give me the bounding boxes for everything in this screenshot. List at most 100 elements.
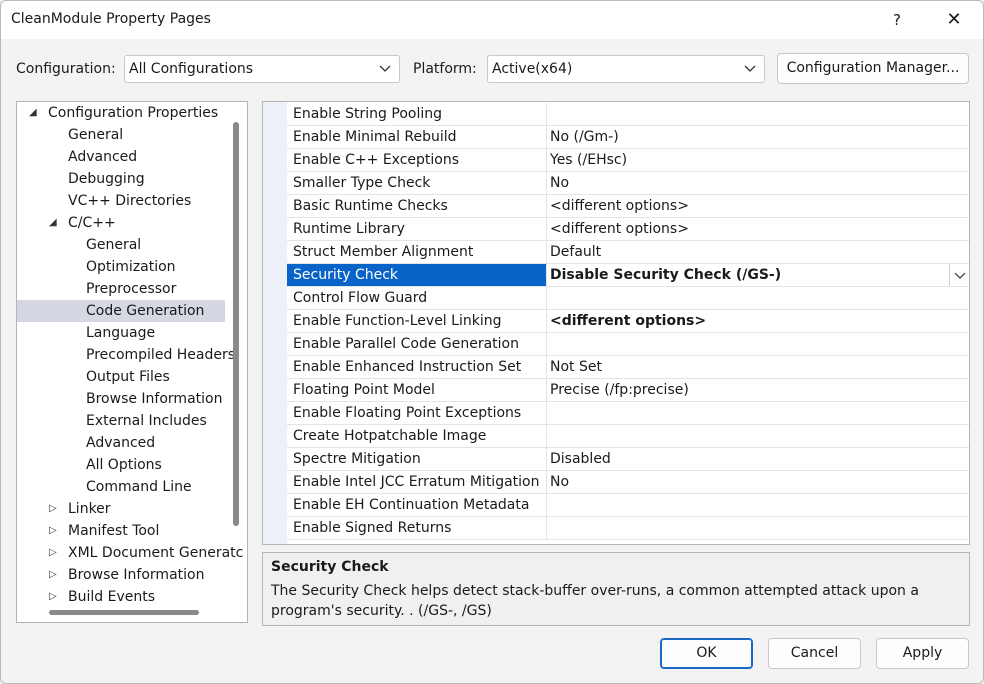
collapsed-arrow-icon[interactable]: ▷ [49,586,57,608]
tree-item-label: Build Events [68,589,155,605]
property-row[interactable]: Spectre Mitigation Disabled [287,448,969,471]
column-divider [546,287,547,309]
tree-item[interactable]: Advanced [17,146,231,168]
column-divider [546,218,547,240]
tree-item[interactable]: Preprocessor [17,278,231,300]
column-divider [546,425,547,447]
property-name: Enable C++ Exceptions [293,152,460,168]
tree-item[interactable]: ▷ Linker [17,498,231,520]
expanded-arrow-icon[interactable]: ◢ [49,212,57,234]
tree-item[interactable]: ▷ Manifest Tool [17,520,231,542]
tree-item-label: All Options [86,457,162,473]
property-value: <different options> [550,221,689,237]
tree-item[interactable]: ◢ C/C++ [17,212,231,234]
property-value: <different options> [550,198,689,214]
property-name: Enable Parallel Code Generation [293,336,519,352]
tree-item[interactable]: Code Generation [17,300,225,322]
column-divider [546,402,547,424]
tree-item[interactable]: Optimization [17,256,231,278]
help-icon[interactable]: ? [877,5,917,35]
property-value: Default [550,244,602,260]
collapsed-arrow-icon[interactable]: ▷ [49,564,57,586]
tree-item[interactable]: ◢ Configuration Properties [17,102,231,124]
property-row[interactable]: Enable Function-Level Linking <different … [287,310,969,333]
property-name: Floating Point Model [293,382,435,398]
tree-item[interactable]: ▷ Build Events [17,586,231,608]
tree-item-label: Advanced [68,149,138,165]
property-row[interactable]: Enable EH Continuation Metadata [287,494,969,517]
close-icon[interactable]: ✕ [934,5,974,35]
property-row[interactable]: Security Check Disable Security Check (/G… [287,264,969,287]
property-row[interactable]: Struct Member Alignment Default [287,241,969,264]
property-row[interactable]: Enable String Pooling [287,103,969,126]
tree-item[interactable]: ▷ Browse Information [17,564,231,586]
property-row[interactable]: Basic Runtime Checks <different options> [287,195,969,218]
grid-gutter [263,102,287,544]
column-divider [546,195,547,217]
property-row[interactable]: Runtime Library <different options> [287,218,969,241]
column-divider [546,126,547,148]
tree-item-label: General [68,127,124,143]
tree-item[interactable]: Output Files [17,366,231,388]
chevron-down-icon [379,65,391,72]
tree-item[interactable]: Command Line [17,476,231,498]
platform-label: Platform: [413,61,477,77]
configuration-value: All Configurations [129,61,254,77]
property-row[interactable]: Smaller Type Check No [287,172,969,195]
tree-item[interactable]: Browse Information [17,388,231,410]
tree-item[interactable]: External Includes [17,410,231,432]
tree-item-label: Browse Information [68,567,205,583]
property-row[interactable]: Enable C++ Exceptions Yes (/EHsc) [287,149,969,172]
column-divider [546,517,547,539]
property-value: No [550,474,570,490]
collapsed-arrow-icon[interactable]: ▷ [49,542,57,564]
collapsed-arrow-icon[interactable]: ▷ [49,520,57,542]
apply-button[interactable]: Apply [876,638,969,669]
expanded-arrow-icon[interactable]: ◢ [29,102,37,124]
tree-item[interactable]: VC++ Directories [17,190,231,212]
column-divider [546,494,547,516]
property-name: Runtime Library [293,221,405,237]
property-row[interactable]: Enable Intel JCC Erratum Mitigation No [287,471,969,494]
property-pages-dialog: CleanModule Property Pages ? ✕ Configura… [0,0,984,684]
tree-item-label: Debugging [68,171,145,187]
tree-item[interactable]: All Options [17,454,231,476]
tree-vertical-scrollbar[interactable] [233,122,239,526]
tree-item-label: C/C++ [68,215,116,231]
column-divider [546,310,547,332]
property-row[interactable]: Enable Minimal Rebuild No (/Gm-) [287,126,969,149]
property-name: Enable Intel JCC Erratum Mitigation [293,474,540,490]
window-title: CleanModule Property Pages [11,11,211,27]
tree-item[interactable]: Language [17,322,231,344]
property-row[interactable]: Control Flow Guard [287,287,969,310]
configuration-manager-button[interactable]: Configuration Manager... [777,53,969,84]
tree-item[interactable]: Debugging [17,168,231,190]
property-row[interactable]: Floating Point Model Precise (/fp:precise… [287,379,969,402]
value-dropdown-button[interactable] [949,264,969,286]
tree-item[interactable]: ▷ XML Document Generatc [17,542,243,564]
configuration-label: Configuration: [16,61,116,77]
tree-item-label: General [86,237,142,253]
platform-dropdown[interactable]: Active(x64) [487,55,765,83]
tree-item-label: Precompiled Headers [86,347,236,363]
tree-horizontal-scrollbar[interactable] [49,610,199,615]
property-row[interactable]: Enable Enhanced Instruction Set Not Set [287,356,969,379]
tree-item-label: Output Files [86,369,170,385]
tree-item[interactable]: General [17,124,231,146]
configuration-dropdown[interactable]: All Configurations [124,55,400,83]
property-value[interactable]: Disable Security Check (/GS-) [550,267,781,283]
property-value: No [550,175,570,191]
property-row[interactable]: Create Hotpatchable Image [287,425,969,448]
property-value: Yes (/EHsc) [550,152,628,168]
property-row[interactable]: Enable Parallel Code Generation [287,333,969,356]
ok-button[interactable]: OK [660,638,753,669]
tree-item[interactable]: Advanced [17,432,231,454]
property-row[interactable]: Enable Signed Returns [287,517,969,540]
tree-item[interactable]: General [17,234,231,256]
property-row[interactable]: Enable Floating Point Exceptions [287,402,969,425]
collapsed-arrow-icon[interactable]: ▷ [49,498,57,520]
cancel-button[interactable]: Cancel [768,638,861,669]
tree-item[interactable]: Precompiled Headers [17,344,235,366]
property-name: Enable Minimal Rebuild [293,129,457,145]
title-bar: CleanModule Property Pages ? ✕ [1,1,983,39]
